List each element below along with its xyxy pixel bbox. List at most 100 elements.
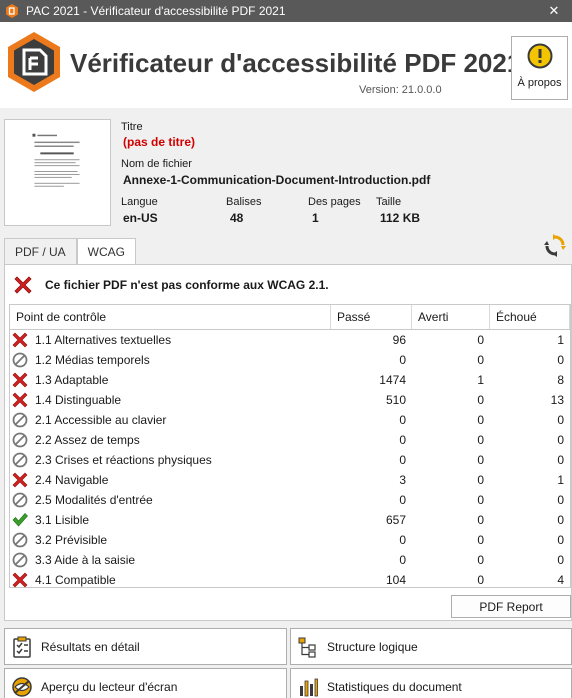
size-value: 112 KB (380, 211, 421, 225)
failed-cell: 0 (557, 493, 564, 507)
close-button[interactable]: ✕ (536, 0, 572, 22)
screen-reader-preview-button[interactable]: Aperçu du lecteur d'écran (4, 668, 287, 698)
not-applicable-icon (12, 552, 28, 568)
checkpoint-label: 2.4 Navigable (35, 473, 109, 487)
checkpoint-cell: 2.3 Crises et réactions physiques (10, 451, 331, 469)
checkpoint-label: 1.4 Distinguable (35, 393, 122, 407)
table-row[interactable]: 2.5 Modalités d'entrée 0 0 0 (10, 490, 570, 510)
warned-cell: 0 (477, 453, 484, 467)
column-header-warned[interactable]: Averti (412, 305, 490, 329)
filename-value: Annexe-1-Communication-Document-Introduc… (123, 173, 431, 187)
pages-label: Des pages (308, 196, 361, 208)
checkpoint-cell: 2.5 Modalités d'entrée (10, 491, 331, 509)
tab-pdf-ua[interactable]: PDF / UA (4, 238, 77, 265)
checkpoint-label: 2.3 Crises et réactions physiques (35, 453, 212, 467)
passed-cell: 657 (385, 513, 406, 527)
app-icon (6, 4, 18, 18)
table-row[interactable]: 1.2 Médias temporels 0 0 0 (10, 350, 570, 370)
checkpoint-label: 1.1 Alternatives textuelles (35, 333, 172, 347)
pdf-report-button[interactable]: PDF Report (451, 595, 571, 618)
warned-cell: 0 (477, 573, 484, 587)
passed-cell: 0 (399, 433, 406, 447)
passed-cell: 0 (399, 353, 406, 367)
checkpoint-cell: 4.1 Compatible (10, 571, 331, 589)
title-label: Titre (121, 121, 143, 133)
table-row[interactable]: 2.1 Accessible au clavier 0 0 0 (10, 410, 570, 430)
warned-cell: 0 (477, 513, 484, 527)
checkpoint-label: 3.1 Lisible (35, 513, 90, 527)
failed-cell: 13 (550, 393, 564, 407)
failed-cell: 0 (557, 533, 564, 547)
failed-cell: 0 (557, 433, 564, 447)
checkpoint-label: 2.5 Modalités d'entrée (35, 493, 153, 507)
not-applicable-icon (12, 412, 28, 428)
fail-icon (14, 276, 32, 294)
not-applicable-icon (12, 452, 28, 468)
warned-cell: 1 (477, 373, 484, 387)
passed-cell: 0 (399, 413, 406, 427)
checkpoint-cell: 1.3 Adaptable (10, 371, 331, 389)
warned-cell: 0 (477, 533, 484, 547)
checkpoint-cell: 1.1 Alternatives textuelles (10, 331, 331, 349)
table-row[interactable]: 2.3 Crises et réactions physiques 0 0 0 (10, 450, 570, 470)
checkpoint-cell: 1.4 Distinguable (10, 391, 331, 409)
window-titlebar: PAC 2021 - Vérificateur d'accessibilité … (0, 0, 572, 22)
table-row[interactable]: 1.1 Alternatives textuelles 96 0 1 (10, 330, 570, 350)
logical-structure-button[interactable]: Structure logique (290, 628, 572, 665)
table-row[interactable]: 2.2 Assez de temps 0 0 0 (10, 430, 570, 450)
title-value: (pas de titre) (123, 135, 196, 149)
document-thumbnail (4, 119, 111, 226)
column-header-checkpoint[interactable]: Point de contrôle (10, 305, 331, 329)
document-statistics-label: Statistiques du document (327, 679, 462, 694)
tab-bar: PDF / UA WCAG (4, 238, 137, 265)
checkpoint-label: 3.3 Aide à la saisie (35, 553, 136, 567)
passed-cell: 0 (399, 493, 406, 507)
table-row[interactable]: 2.4 Navigable 3 0 1 (10, 470, 570, 490)
warned-cell: 0 (477, 433, 484, 447)
warned-cell: 0 (477, 413, 484, 427)
table-row[interactable]: 1.3 Adaptable 1474 1 8 (10, 370, 570, 390)
passed-cell: 96 (392, 333, 406, 347)
warned-cell: 0 (477, 553, 484, 567)
document-statistics-button[interactable]: Statistiques du document (290, 668, 572, 698)
passed-cell: 0 (399, 553, 406, 567)
detailed-results-label: Résultats en détail (41, 639, 140, 654)
not-applicable-icon (12, 492, 28, 508)
failed-cell: 4 (557, 573, 564, 587)
checkpoint-label: 3.2 Prévisible (35, 533, 108, 547)
checkpoint-label: 4.1 Compatible (35, 573, 116, 587)
about-button[interactable]: À propos (511, 36, 568, 100)
table-row[interactable]: 3.2 Prévisible 0 0 0 (10, 530, 570, 550)
failed-cell: 0 (557, 513, 564, 527)
table-row[interactable]: 4.1 Compatible 104 0 4 (10, 570, 570, 590)
refresh-icon[interactable] (543, 232, 567, 260)
column-header-passed[interactable]: Passé (331, 305, 412, 329)
screen-reader-preview-label: Aperçu du lecteur d'écran (41, 679, 178, 694)
failed-cell: 1 (557, 473, 564, 487)
checkpoint-cell: 2.4 Navigable (10, 471, 331, 489)
table-row[interactable]: 3.1 Lisible 657 0 0 (10, 510, 570, 530)
app-header: Vérificateur d'accessibilité PDF 2021 Ve… (0, 22, 572, 108)
checkpoint-cell: 3.2 Prévisible (10, 531, 331, 549)
checkpoint-label: 2.1 Accessible au clavier (35, 413, 167, 427)
checkpoint-table: Point de contrôle Passé Averti Échoué 1.… (9, 304, 571, 588)
checkpoint-cell: 2.1 Accessible au clavier (10, 411, 331, 429)
table-row[interactable]: 1.4 Distinguable 510 0 13 (10, 390, 570, 410)
about-label: À propos (517, 77, 562, 89)
tags-value: 48 (230, 211, 244, 225)
language-value: en-US (123, 211, 158, 225)
failed-cell: 0 (557, 413, 564, 427)
fail-icon (12, 392, 28, 408)
table-row[interactable]: 3.3 Aide à la saisie 0 0 0 (10, 550, 570, 570)
size-label: Taille (376, 196, 402, 208)
screen-reader-icon (12, 676, 32, 697)
info-warning-icon (527, 43, 552, 69)
pac-logo (8, 32, 60, 92)
checklist-icon (13, 636, 31, 658)
version-label: Version: 21.0.0.0 (359, 84, 442, 96)
checkpoint-label: 2.2 Assez de temps (35, 433, 140, 447)
detailed-results-button[interactable]: Résultats en détail (4, 628, 287, 665)
column-header-failed[interactable]: Échoué (490, 305, 570, 329)
tab-wcag[interactable]: WCAG (76, 238, 137, 265)
table-header: Point de contrôle Passé Averti Échoué (10, 305, 570, 330)
